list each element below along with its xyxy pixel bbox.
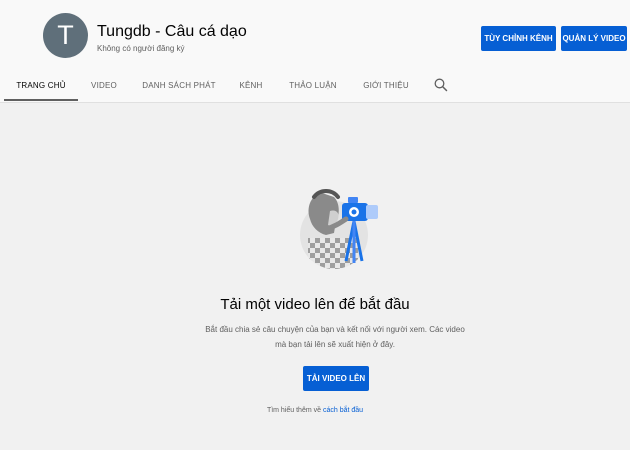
- main-content: Tải một video lên để bắt đầu Bắt đầu chi…: [0, 103, 630, 450]
- active-tab-indicator: [4, 99, 78, 101]
- avatar-letter: T: [57, 20, 74, 50]
- video-creator-illustration: [300, 183, 385, 283]
- channel-title: Tungdb - Câu cá dạo: [97, 23, 247, 40]
- empty-state-title: Tải một video lên để bắt đầu: [220, 296, 410, 313]
- channel-header: T Tungdb - Câu cá dạo Không có người đăn…: [0, 0, 630, 68]
- subscriber-count: Không có người đăng ký: [97, 44, 185, 53]
- learn-more-line: Tìm hiểu thêm về cách bắt đầu: [0, 407, 630, 414]
- channel-tabs: TRANG CHỦ VIDEO DANH SÁCH PHÁT KÊNH THẢO…: [0, 68, 630, 103]
- tab-channels[interactable]: KÊNH: [232, 68, 270, 102]
- tab-home[interactable]: TRANG CHỦ: [4, 68, 78, 102]
- tab-playlists[interactable]: DANH SÁCH PHÁT: [140, 68, 218, 102]
- search-icon[interactable]: [432, 76, 450, 94]
- tab-discussion[interactable]: THẢO LUẬN: [285, 68, 341, 102]
- manage-videos-button[interactable]: QUẢN LÝ VIDEO: [561, 26, 627, 51]
- tab-about[interactable]: GIỚI THIỆU: [358, 68, 414, 102]
- upload-video-button[interactable]: TẢI VIDEO LÊN: [303, 366, 369, 391]
- learn-more-link[interactable]: cách bắt đầu: [323, 407, 363, 414]
- customize-channel-button[interactable]: TÙY CHỈNH KÊNH: [481, 26, 556, 51]
- empty-state-description: Bắt đầu chia sẻ câu chuyện của bạn và kế…: [205, 325, 465, 349]
- tab-videos[interactable]: VIDEO: [84, 68, 124, 102]
- learn-more-prefix: Tìm hiểu thêm về: [266, 407, 322, 414]
- avatar[interactable]: T: [43, 13, 88, 58]
